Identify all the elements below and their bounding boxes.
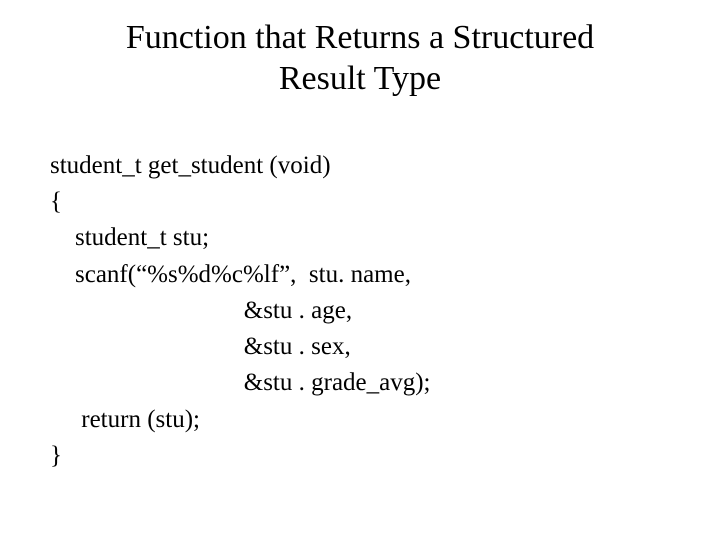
code-line: { xyxy=(50,188,62,215)
title-line-2: Result Type xyxy=(279,60,441,97)
code-line: &stu . grade_avg); xyxy=(50,369,431,396)
code-block: student_t get_student (void) { student_t… xyxy=(0,100,720,475)
code-line: student_t stu; xyxy=(50,224,209,251)
code-line: scanf(“%s%d%c%lf”, stu. name, xyxy=(50,261,411,288)
code-line: return (stu); xyxy=(50,406,200,433)
code-line: &stu . sex, xyxy=(50,333,351,360)
code-line: } xyxy=(50,442,62,469)
slide: Function that Returns a Structured Resul… xyxy=(0,0,720,540)
title-line-1: Function that Returns a Structured xyxy=(126,19,594,56)
code-line: student_t get_student (void) xyxy=(50,152,331,179)
code-line: &stu . age, xyxy=(50,297,352,324)
slide-title: Function that Returns a Structured Resul… xyxy=(0,0,720,100)
